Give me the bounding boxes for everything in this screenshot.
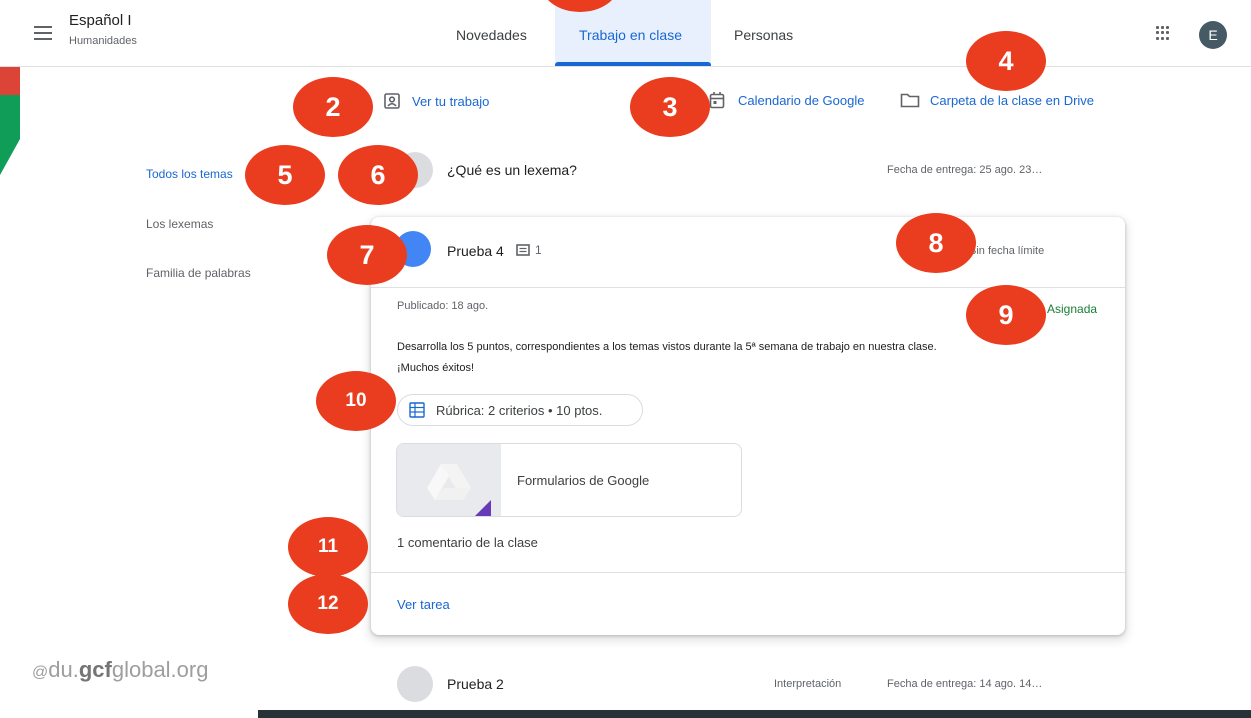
rubric-chip[interactable]: Rúbrica: 2 criterios • 10 ptos. <box>397 394 643 426</box>
tab-stream[interactable]: Novedades <box>456 27 527 43</box>
drive-icon <box>427 464 471 500</box>
assignment-title[interactable]: Prueba 2 <box>447 676 504 692</box>
view-your-work-link[interactable]: Ver tu trabajo <box>412 94 489 109</box>
class-title[interactable]: Español I <box>69 12 132 29</box>
google-calendar-link[interactable]: Calendario de Google <box>738 93 864 108</box>
marker-4: 4 <box>966 31 1046 91</box>
marker-5: 5 <box>245 145 325 205</box>
marker-8: 8 <box>896 213 976 273</box>
assignment-due: Fecha de entrega: 14 ago. 14… <box>887 678 1043 690</box>
tab-people[interactable]: Personas <box>734 27 793 43</box>
assignment-topic: Interpretación <box>774 678 842 690</box>
class-comments-link[interactable]: 1 comentario de la clase <box>397 535 538 550</box>
drive-folder-link[interactable]: Carpeta de la clase en Drive <box>930 93 1094 108</box>
posted-date: Publicado: 18 ago. <box>397 300 489 312</box>
divider <box>371 572 1125 573</box>
assignment-due: Fecha de entrega: 25 ago. 23… <box>887 164 1043 176</box>
assignment-title[interactable]: ¿Qué es un lexema? <box>447 162 577 178</box>
attachment-title: Formularios de Google <box>517 473 650 488</box>
marker-10: 10 <box>316 371 396 431</box>
card-due: Sin fecha límite <box>969 245 1045 257</box>
description-line-2: ¡Muchos éxitos! <box>397 362 475 374</box>
comment-count: 1 <box>535 243 542 257</box>
calendar-icon <box>709 92 725 109</box>
marker-2: 2 <box>293 77 373 137</box>
description-line-1: Desarrolla los 5 puntos, correspondiente… <box>397 341 937 353</box>
tab-classwork[interactable]: Trabajo en clase <box>579 27 682 43</box>
assignment-ind-icon <box>384 93 400 109</box>
view-assignment-link[interactable]: Ver tarea <box>397 597 450 612</box>
status-badge: Asignada <box>1047 302 1098 316</box>
marker-7: 7 <box>327 225 407 285</box>
sidebar-item-word-family[interactable]: Familia de palabras <box>146 266 251 280</box>
marker-9: 9 <box>966 285 1046 345</box>
rubric-icon <box>409 402 425 418</box>
marker-3: 3 <box>630 77 710 137</box>
sidebar-item-all-topics[interactable]: Todos los temas <box>146 167 233 181</box>
bottom-bar <box>258 710 1251 718</box>
attachment-card[interactable]: Formularios de Google <box>396 443 742 517</box>
marker-6: 6 <box>338 145 418 205</box>
watermark-suffix: global.org <box>111 657 209 682</box>
class-section: Humanidades <box>69 35 137 47</box>
rubric-label: Rúbrica: 2 criterios • 10 ptos. <box>436 403 603 418</box>
attachment-thumbnail <box>397 444 501 516</box>
watermark-brand: gcf <box>78 657 112 682</box>
marker-11: 11 <box>288 517 368 577</box>
forms-corner-icon <box>475 500 491 516</box>
apps-grid-icon[interactable] <box>1156 26 1170 40</box>
sidebar-item-lexemas[interactable]: Los lexemas <box>146 217 213 231</box>
menu-icon[interactable] <box>34 26 52 40</box>
card-title[interactable]: Prueba 4 <box>447 243 504 259</box>
copyright-icon: @ <box>32 664 49 681</box>
gcf-watermark: @du.gcfglobal.org <box>32 657 208 683</box>
marker-12: 12 <box>288 574 368 634</box>
watermark-prefix: du. <box>48 657 79 682</box>
comment-icon <box>516 244 530 256</box>
folder-icon <box>900 93 920 108</box>
avatar[interactable]: E <box>1199 21 1227 49</box>
assignment-icon <box>397 666 433 702</box>
tab-active-indicator <box>555 62 711 66</box>
